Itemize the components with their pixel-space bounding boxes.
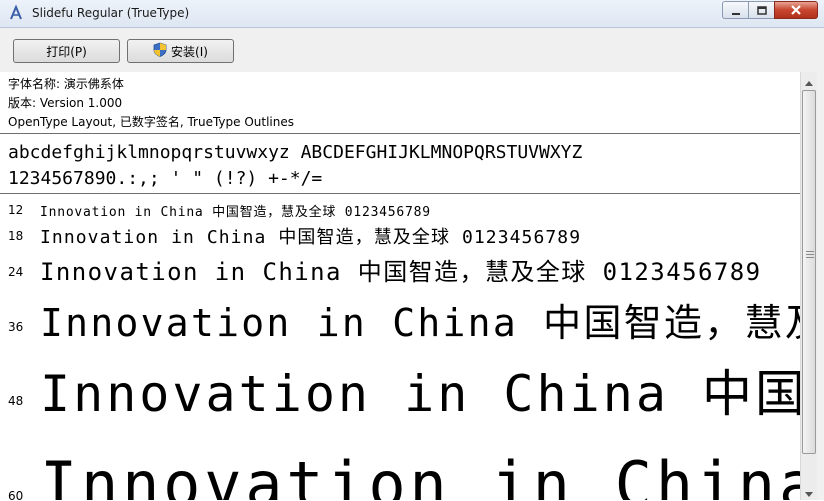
scroll-down-button[interactable] [801, 483, 817, 500]
sample-row-24: 24 Innovation in China 中国智造，慧及全球 0123456… [0, 248, 800, 286]
title-bar: Slidefu Regular (TrueType) [0, 0, 824, 28]
close-button[interactable] [774, 1, 818, 19]
print-button-label: 打印(P) [46, 44, 87, 59]
sample-text: Innovation in China 中国智造，慧及全球 0123456789 [40, 301, 800, 345]
font-viewer-icon [8, 4, 24, 21]
size-label: 48 [8, 394, 24, 408]
close-icon [790, 1, 802, 20]
scroll-up-button[interactable] [801, 72, 817, 89]
uac-shield-icon [153, 42, 167, 60]
minimize-icon [731, 1, 741, 20]
size-label: 24 [8, 265, 24, 279]
sample-row-12: 12 Innovation in China 中国智造，慧及全球 0123456… [0, 198, 800, 220]
charset-line-letters: abcdefghijklmnopqrstuvwxyz ABCDEFGHIJKLM… [8, 142, 583, 163]
minimize-button[interactable] [722, 1, 748, 19]
vertical-scrollbar[interactable] [800, 72, 817, 500]
sample-row-60: 60 Innovation in China 中国智造，慧及全球 0123456… [0, 424, 800, 500]
window-title: Slidefu Regular (TrueType) [32, 6, 190, 20]
scroll-thumb[interactable] [802, 90, 816, 454]
divider [0, 193, 800, 194]
arrow-up-icon [805, 71, 813, 90]
sample-text: Innovation in China 中国智造，慧及全球 0123456789 [40, 205, 431, 220]
font-info: 字体名称: 演示佛系体 版本: Version 1.000 OpenType L… [8, 75, 294, 132]
window-frame-edge [817, 72, 824, 500]
arrow-down-icon [805, 482, 813, 501]
size-label: 18 [8, 229, 24, 243]
sample-text: Innovation in China 中国智造，慧及全球 0123456789 [40, 365, 800, 423]
sample-text: Innovation in China 中国智造，慧及全球 0123456789 [40, 227, 582, 248]
sample-row-18: 18 Innovation in China 中国智造，慧及全球 0123456… [0, 220, 800, 248]
size-label: 12 [8, 203, 24, 217]
charset-line-symbols: 1234567890.:,; ' " (!?) +-*/= [8, 168, 323, 189]
sample-text: Innovation in China 中国智造，慧及全球 0123456789 [40, 258, 762, 286]
maximize-icon [756, 1, 767, 20]
size-label: 36 [8, 320, 24, 334]
size-label: 60 [8, 489, 24, 500]
divider [0, 133, 800, 134]
print-button[interactable]: 打印(P) [13, 39, 120, 63]
font-version: 版本: Version 1.000 [8, 96, 123, 110]
toolbar: 打印(P) 安装(I) [0, 28, 824, 73]
font-name: 字体名称: 演示佛系体 [8, 77, 124, 91]
install-button[interactable]: 安装(I) [127, 39, 234, 63]
font-preview-pane: 字体名称: 演示佛系体 版本: Version 1.000 OpenType L… [0, 72, 800, 500]
sample-row-36: 36 Innovation in China 中国智造，慧及全球 0123456… [0, 286, 800, 348]
sample-text: Innovation in China 中国智造，慧及全球 0123456789 [40, 448, 800, 500]
install-button-label: 安装(I) [171, 44, 208, 59]
font-features: OpenType Layout, 已数字签名, TrueType Outline… [8, 115, 295, 129]
sample-row-48: 48 Innovation in China 中国智造，慧及全球 0123456… [0, 348, 800, 424]
maximize-button[interactable] [748, 1, 774, 19]
